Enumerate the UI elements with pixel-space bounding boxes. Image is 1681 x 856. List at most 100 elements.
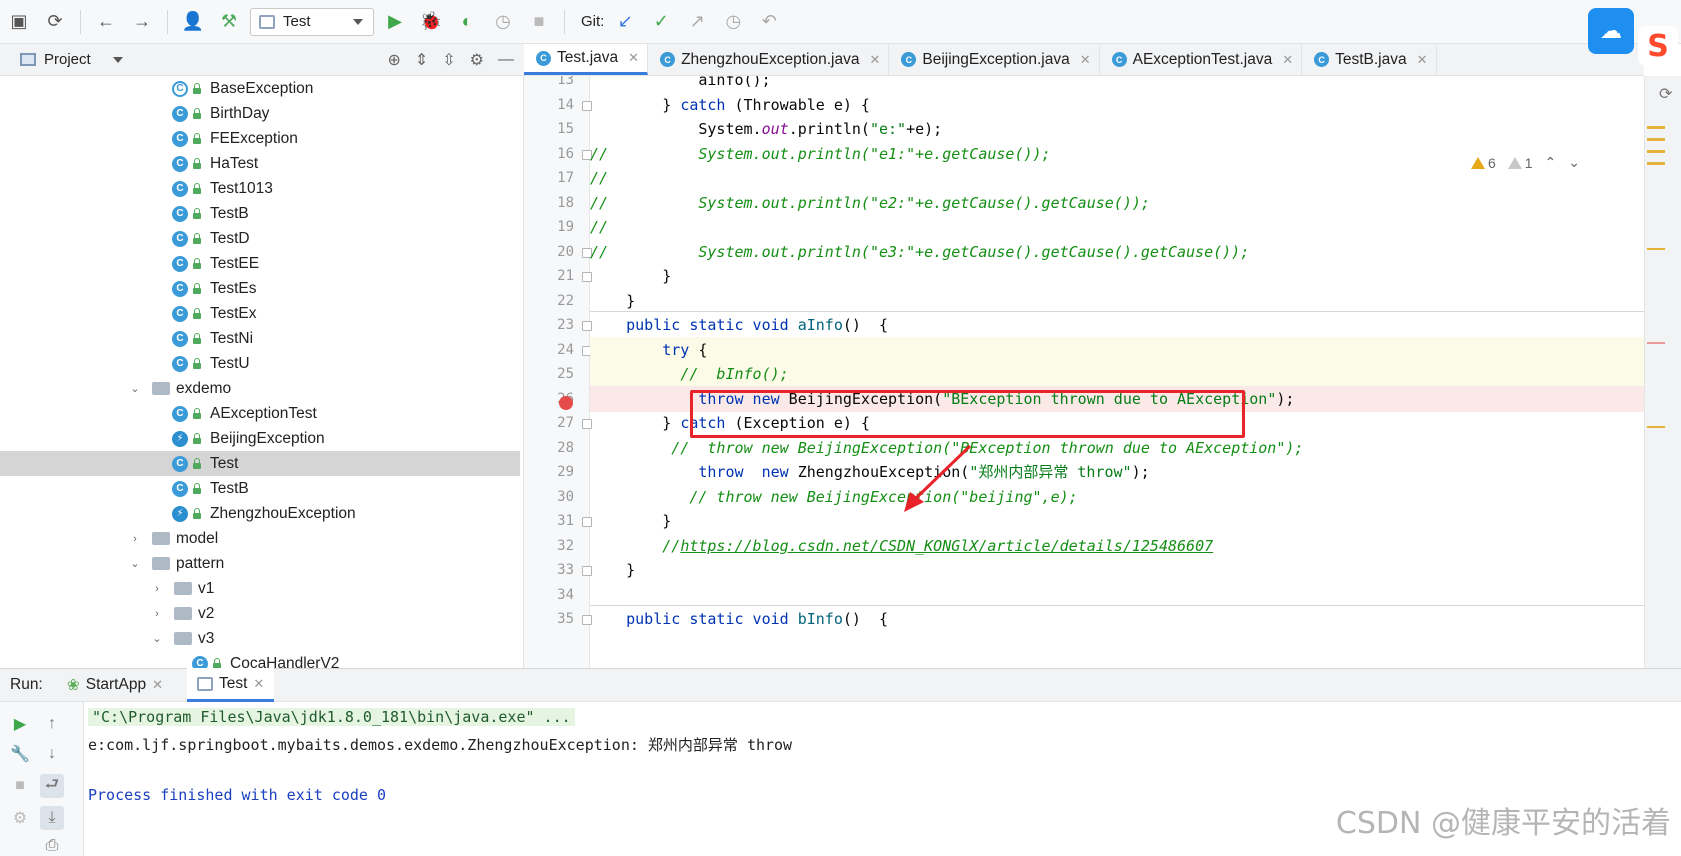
tree-item[interactable]: C FEException — [0, 126, 520, 151]
collapse-all-icon[interactable]: ⇳ — [442, 50, 455, 70]
code-line[interactable]: // — [590, 214, 1644, 240]
code-line[interactable]: } — [590, 288, 1644, 314]
tree-item[interactable]: C HaTest — [0, 151, 520, 176]
line-number[interactable]: 14 — [524, 97, 574, 113]
breakpoint-icon[interactable] — [559, 395, 573, 410]
forward-icon[interactable]: → — [127, 7, 157, 37]
coverage-icon[interactable]: ◐ — [452, 7, 482, 37]
error-stripe-marker[interactable] — [1647, 342, 1665, 344]
line-number[interactable]: 17 — [524, 170, 574, 186]
git-push-icon[interactable]: ↗ — [682, 7, 712, 37]
editor-tab[interactable]: C AExceptionTest.java ✕ — [1100, 44, 1303, 75]
tree-item[interactable]: C TestEs — [0, 276, 520, 301]
chevron-up-icon[interactable]: ⌃ — [1545, 154, 1557, 171]
editor-tab[interactable]: C Test.java ✕ — [524, 44, 649, 75]
chevron-down-icon[interactable] — [112, 56, 123, 63]
error-stripe-marker[interactable] — [1647, 162, 1665, 165]
line-number[interactable]: 29 — [524, 464, 574, 480]
code-line[interactable]: try { — [590, 336, 1644, 363]
editor-tab[interactable]: C TestB.java ✕ — [1302, 44, 1437, 75]
run-tab-startapp[interactable]: ❀ StartApp ✕ — [57, 668, 173, 702]
close-icon[interactable]: ✕ — [869, 52, 880, 68]
code-line[interactable]: // System.out.println("e3:"+e.getCause()… — [590, 239, 1644, 265]
locate-icon[interactable]: ⊕ — [387, 50, 400, 70]
error-stripe-marker[interactable] — [1647, 138, 1665, 141]
weak-warnings-count[interactable]: 1 — [1507, 155, 1533, 171]
code-line[interactable] — [590, 582, 1644, 608]
run-tab-test[interactable]: Test ✕ — [186, 668, 275, 702]
soft-wrap-icon[interactable]: ⮐ — [40, 774, 64, 798]
up-arrow-icon[interactable]: ↑ — [40, 712, 64, 736]
project-panel-title[interactable]: Project — [44, 51, 91, 68]
close-icon[interactable]: ✕ — [152, 677, 163, 693]
editor-gutter[interactable]: 1314151617181920212223242526272829303132… — [524, 76, 592, 668]
line-number[interactable]: 25 — [524, 366, 574, 382]
code-line[interactable]: public static void aInfo() { — [590, 312, 1644, 338]
chevron-down-icon[interactable]: ⌄ — [128, 557, 142, 571]
profile-icon[interactable]: ◷ — [488, 7, 518, 37]
code-line[interactable]: // throw new BeijingException("BExceptio… — [590, 435, 1644, 461]
build-hammer-icon[interactable]: ⚒ — [214, 7, 244, 37]
code-editor[interactable]: 1314151617181920212223242526272829303132… — [524, 76, 1644, 668]
rerun-icon[interactable]: ▶ — [8, 712, 32, 736]
tree-item[interactable]: C TestB — [0, 476, 520, 501]
chevron-right-icon[interactable]: › — [150, 582, 164, 596]
code-line[interactable]: //https://blog.csdn.net/CSDN_KONGlX/arti… — [590, 533, 1644, 559]
code-line[interactable]: } — [590, 508, 1644, 534]
tree-item[interactable]: › model — [0, 526, 520, 551]
error-stripe-marker[interactable] — [1647, 150, 1665, 153]
run-icon[interactable]: ▶ — [380, 7, 410, 37]
line-number[interactable]: 33 — [524, 562, 574, 578]
editor-tab[interactable]: C BeijingException.java ✕ — [889, 44, 1100, 75]
code-line[interactable]: } catch (Throwable e) { — [590, 92, 1644, 118]
close-icon[interactable]: ✕ — [1417, 52, 1428, 68]
wrench-icon[interactable]: 🔧 — [8, 742, 32, 766]
tree-item[interactable]: ⚡ ZhengzhouException — [0, 501, 520, 526]
line-number[interactable]: 27 — [524, 415, 574, 431]
code-line[interactable]: } — [590, 263, 1644, 289]
print-icon[interactable]: ⎙ — [40, 834, 64, 856]
gear-icon[interactable]: ⚙ — [470, 50, 484, 70]
line-number[interactable]: 31 — [524, 513, 574, 529]
warnings-count[interactable]: 6 — [1470, 155, 1496, 171]
chevron-down-icon[interactable]: ⌄ — [150, 632, 164, 646]
tree-item[interactable]: C TestB — [0, 201, 520, 226]
tree-item[interactable]: C Test1013 — [0, 176, 520, 201]
code-link[interactable]: https://blog.csdn.net/CSDN_KONGlX/articl… — [680, 537, 1213, 555]
error-stripe-marker[interactable] — [1647, 248, 1665, 250]
git-commit-icon[interactable]: ✓ — [646, 7, 676, 37]
inspection-widget[interactable]: 6 1 ⌃ ⌄ — [1470, 154, 1580, 171]
tree-item[interactable]: ⌄ pattern — [0, 551, 520, 576]
sync-icon[interactable]: ⟳ — [40, 7, 70, 37]
tree-item[interactable]: C CocaHandlerV2 — [0, 651, 520, 668]
error-stripe-marker[interactable] — [1647, 426, 1665, 428]
line-number[interactable]: 30 — [524, 489, 574, 505]
code-line[interactable]: // throw new BeijingException("beijing",… — [590, 484, 1644, 510]
tree-item[interactable]: ⚡ BeijingException — [0, 426, 520, 451]
debug-icon[interactable]: 🐞 — [416, 7, 446, 37]
close-icon[interactable]: ✕ — [253, 676, 264, 692]
close-icon[interactable]: ✕ — [1282, 52, 1293, 68]
tree-item[interactable]: C BirthDay — [0, 101, 520, 126]
line-number[interactable]: 32 — [524, 538, 574, 554]
git-rollback-icon[interactable]: ↶ — [754, 7, 784, 37]
line-number[interactable]: 18 — [524, 195, 574, 211]
close-icon[interactable]: ✕ — [628, 50, 639, 66]
error-stripe-marker[interactable] — [1647, 126, 1665, 129]
tree-item[interactable]: ⌄ v3 — [0, 626, 520, 651]
code-line[interactable]: throw new ZhengzhouException("郑州内部异常 thr… — [590, 459, 1644, 485]
chevron-right-icon[interactable]: › — [128, 532, 142, 546]
line-number[interactable]: 20 — [524, 244, 574, 260]
line-number[interactable]: 21 — [524, 268, 574, 284]
sogou-ime-icon[interactable]: S — [1638, 26, 1678, 66]
line-number[interactable]: 23 — [524, 317, 574, 333]
tree-item[interactable]: C Test — [0, 451, 520, 476]
minimize-icon[interactable]: — — [498, 51, 514, 69]
git-history-icon[interactable]: ◷ — [718, 7, 748, 37]
tree-item[interactable]: › v1 — [0, 576, 520, 601]
close-icon[interactable]: ✕ — [1080, 52, 1091, 68]
chevron-down-icon[interactable]: ⌄ — [128, 382, 142, 396]
line-number[interactable]: 35 — [524, 611, 574, 627]
line-number[interactable]: 13 — [524, 76, 574, 88]
code-line[interactable]: ainfo(); — [590, 76, 1644, 93]
